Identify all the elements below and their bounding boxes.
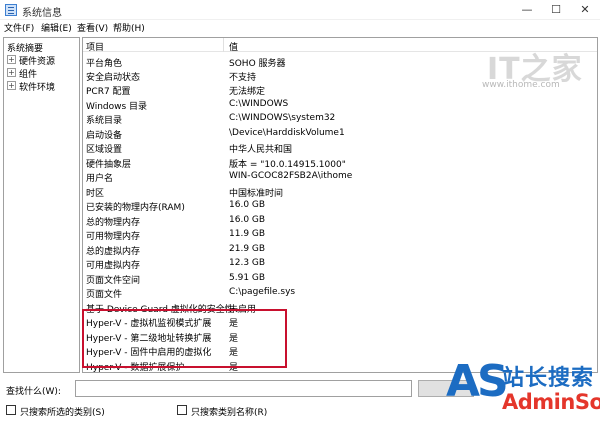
title-bar: 系统信息 — ☐ ✕ (0, 0, 600, 20)
column-header-value[interactable]: 值 (229, 40, 238, 53)
row-item: PCR7 配置 (86, 87, 131, 97)
adminso-chinese-name: 站长搜索 (502, 366, 595, 391)
table-row[interactable]: 已安装的物理内存(RAM) 16.0 GB (83, 198, 597, 213)
row-value: C:\WINDOWS\system32 (229, 113, 336, 123)
window-title: 系统信息 (22, 8, 62, 19)
row-value: C:\WINDOWS (229, 99, 289, 109)
table-row[interactable]: 区域设置 中华人民共和国 (83, 140, 597, 155)
row-value: 21.9 GB (229, 244, 266, 254)
close-button[interactable]: ✕ (570, 0, 600, 20)
tree-item-components[interactable]: 组件 (19, 67, 37, 80)
row-item: 系统目录 (86, 116, 123, 126)
search-selected-category-label: 只搜索所选的类别(S) (20, 408, 105, 418)
adminso-logo: AS 站长搜索 AdminSo (446, 356, 600, 422)
table-row[interactable]: 总的物理内存 16.0 GB (83, 213, 597, 228)
row-item: 用户名 (86, 174, 114, 184)
tree-item-hardware-resources[interactable]: 硬件资源 (19, 54, 55, 67)
row-value: 12.3 GB (229, 258, 266, 268)
search-input[interactable] (75, 380, 412, 397)
ithome-watermark-url: www.ithome.com (482, 80, 560, 90)
row-item: 已安装的物理内存(RAM) (86, 203, 185, 213)
search-label: 查找什么(W): (6, 387, 61, 397)
search-selected-category-checkbox[interactable] (6, 405, 16, 415)
table-row[interactable]: 可用虚拟内存 12.3 GB (83, 256, 597, 271)
row-value: 5.91 GB (229, 273, 266, 283)
row-value: 中华人民共和国 (229, 145, 293, 155)
row-value: 16.0 GB (229, 215, 266, 225)
system-info-app-icon (5, 4, 17, 16)
menu-bar: 文件(F) 编辑(E) 查看(V) 帮助(H) (0, 20, 600, 35)
table-row[interactable]: 系统目录 C:\WINDOWS\system32 (83, 111, 597, 126)
row-value: \Device\HarddiskVolume1 (229, 128, 345, 138)
tree-item-software-environment[interactable]: 软件环境 (19, 80, 55, 93)
minimize-button[interactable]: — (512, 0, 542, 20)
maximize-button[interactable]: ☐ (541, 0, 571, 20)
table-row[interactable]: 启动设备 \Device\HarddiskVolume1 (83, 126, 597, 141)
column-header-item[interactable]: 项目 (86, 40, 104, 53)
table-row[interactable]: 页面文件 C:\pagefile.sys (83, 285, 597, 300)
adminso-english-name: AdminSo (502, 390, 600, 414)
table-row[interactable]: 页面文件空间 5.91 GB (83, 271, 597, 286)
tree-item-system-summary[interactable]: 系统摘要 (7, 41, 43, 54)
menu-view[interactable]: 查看(V) (77, 21, 108, 34)
menu-edit[interactable]: 编辑(E) (41, 21, 72, 34)
table-row[interactable]: 时区 中国标准时间 (83, 184, 597, 199)
expand-plus-icon[interactable]: + (7, 68, 16, 77)
menu-help[interactable]: 帮助(H) (113, 21, 145, 34)
hyper-v-highlight-box (82, 309, 287, 368)
search-category-names-checkbox[interactable] (177, 405, 187, 415)
expand-plus-icon[interactable]: + (7, 55, 16, 64)
table-row[interactable]: Windows 目录 C:\WINDOWS (83, 97, 597, 112)
expand-plus-icon[interactable]: + (7, 81, 16, 90)
row-value: 无法绑定 (229, 87, 266, 97)
table-row[interactable]: 硬件抽象层 版本 = "10.0.14915.1000" (83, 155, 597, 170)
adminso-mark: AS (446, 356, 509, 407)
row-item: 页面文件 (86, 290, 123, 300)
row-value: 16.0 GB (229, 200, 266, 210)
row-value: 11.9 GB (229, 229, 266, 239)
search-category-names-label: 只搜索类别名称(R) (191, 408, 268, 418)
table-row[interactable]: 用户名 WIN-GCOC82FSB2A\ithome (83, 169, 597, 184)
table-row[interactable]: 可用物理内存 11.9 GB (83, 227, 597, 242)
row-value: C:\pagefile.sys (229, 287, 296, 297)
row-item: 可用物理内存 (86, 232, 141, 242)
row-value: WIN-GCOC82FSB2A\ithome (229, 171, 353, 181)
category-tree[interactable]: 系统摘要 + 硬件资源 + 组件 + 软件环境 (3, 37, 80, 373)
row-item: 区域设置 (86, 145, 123, 155)
table-row[interactable]: 总的虚拟内存 21.9 GB (83, 242, 597, 257)
column-divider[interactable] (223, 38, 224, 52)
row-item: 可用虚拟内存 (86, 261, 141, 271)
menu-file[interactable]: 文件(F) (4, 21, 34, 34)
